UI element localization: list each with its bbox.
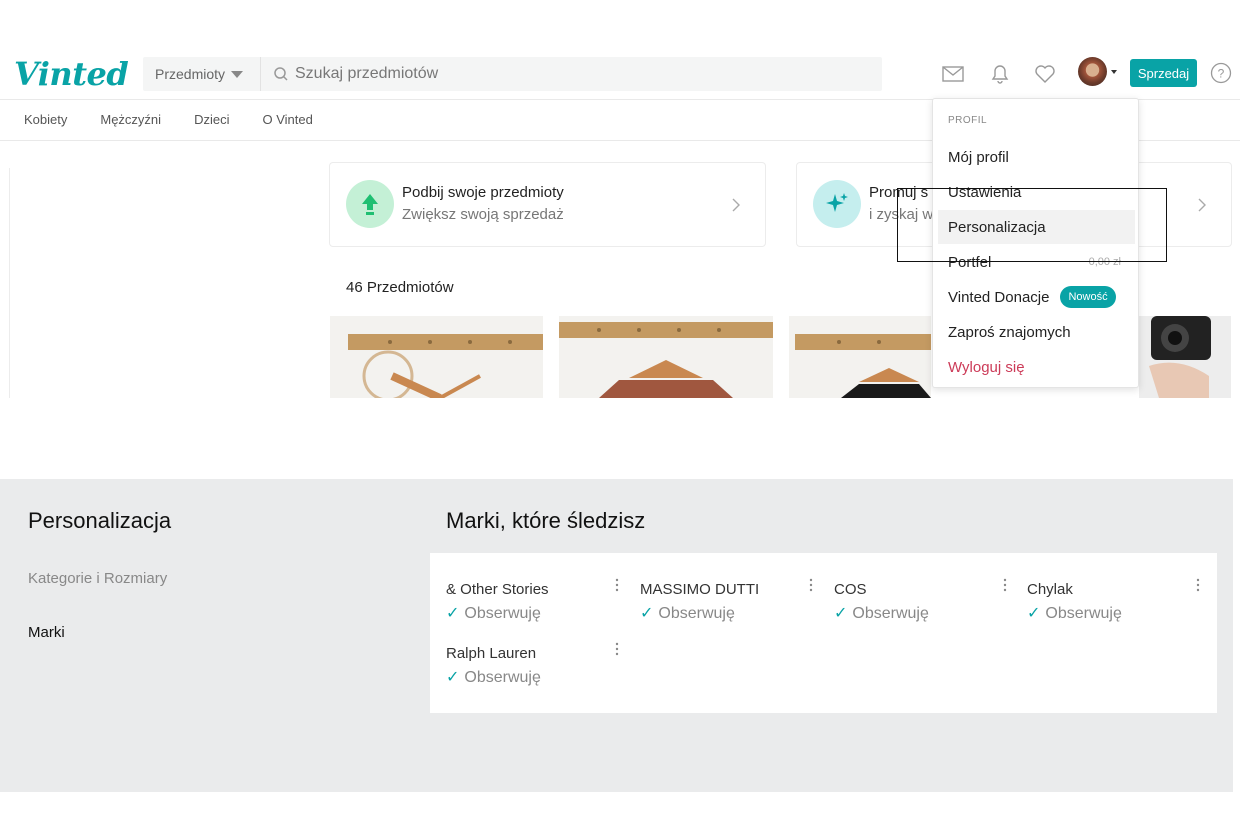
- brand-card: & Other Stories ✓ Obserwuję: [446, 578, 626, 631]
- promo-title: Podbij swoje przedmioty: [402, 184, 564, 201]
- page: Vinted Przedmioty Sprzedaj ? Kobiety Męż…: [0, 0, 1240, 838]
- check-icon: ✓: [834, 605, 848, 622]
- category-select[interactable]: Przedmioty: [143, 57, 261, 91]
- check-icon: ✓: [446, 605, 460, 622]
- sidebar-divider: [9, 168, 10, 398]
- check-icon: ✓: [1027, 605, 1041, 622]
- nav-item-kids[interactable]: Dzieci: [194, 112, 229, 127]
- bump-icon: [346, 180, 394, 228]
- svg-text:?: ?: [1218, 67, 1225, 81]
- mail-icon[interactable]: [940, 61, 966, 87]
- more-vertical-icon[interactable]: [1000, 577, 1010, 593]
- item-thumbnail[interactable]: [1139, 316, 1231, 398]
- search-input[interactable]: [289, 57, 882, 91]
- check-icon: ✓: [446, 669, 460, 686]
- nav-item-about[interactable]: O Vinted: [262, 112, 312, 127]
- more-vertical-icon[interactable]: [1193, 577, 1203, 593]
- sparkle-icon: [813, 180, 861, 228]
- brand-card: Chylak ✓ Obserwuję: [1027, 578, 1207, 631]
- follow-toggle[interactable]: ✓ Obserwuję: [1027, 603, 1122, 623]
- menu-item-label: Ustawienia: [948, 183, 1022, 201]
- menu-item-personalization[interactable]: Personalizacja: [938, 210, 1135, 244]
- brand-card: Ralph Lauren ✓ Obserwuję: [446, 642, 626, 695]
- brands-list: & Other Stories ✓ Obserwuję MASSIMO DUTTI…: [430, 553, 1217, 713]
- more-vertical-icon[interactable]: [612, 641, 622, 657]
- sidebar-item-brands[interactable]: Marki: [28, 624, 65, 641]
- follow-toggle[interactable]: ✓ Obserwuję: [640, 603, 735, 623]
- wallet-balance: 0,00 zł: [1088, 256, 1121, 268]
- follow-label: Obserwuję: [658, 605, 735, 622]
- brand-name: Ralph Lauren: [446, 645, 537, 662]
- menu-item-label: Wyloguj się: [948, 358, 1025, 376]
- menu-item-logout[interactable]: Wyloguj się: [938, 351, 1135, 383]
- menu-item-wallet[interactable]: Portfel 0,00 zł: [938, 246, 1135, 278]
- menu-item-label: Mój profil: [948, 148, 1009, 166]
- search-icon: [274, 67, 288, 81]
- promo-title: Promuj s: [869, 184, 929, 201]
- menu-item-donations[interactable]: Vinted Donacje Nowość: [938, 281, 1135, 313]
- avatar-caret-icon[interactable]: [1111, 70, 1117, 74]
- item-thumbnail[interactable]: [789, 316, 931, 398]
- promo-subtitle: Zwiększ swoją sprzedaż: [402, 206, 564, 223]
- follow-toggle[interactable]: ✓ Obserwuję: [446, 667, 541, 687]
- brand-name: & Other Stories: [446, 581, 549, 598]
- help-icon[interactable]: ?: [1210, 62, 1232, 84]
- follow-toggle[interactable]: ✓ Obserwuję: [446, 603, 541, 623]
- menu-item-settings[interactable]: Ustawienia: [938, 176, 1135, 208]
- nav-item-men[interactable]: Mężczyźni: [100, 112, 161, 127]
- promo-card-bump[interactable]: Podbij swoje przedmioty Zwiększ swoją sp…: [329, 162, 766, 247]
- sidebar-item-categories-sizes[interactable]: Kategorie i Rozmiary: [28, 570, 167, 587]
- brands-section-title: Marki, które śledzisz: [446, 508, 646, 533]
- items-count: 46 Przedmiotów: [346, 279, 454, 296]
- avatar[interactable]: [1078, 57, 1107, 86]
- more-vertical-icon[interactable]: [612, 577, 622, 593]
- menu-item-label: Personalizacja: [948, 218, 1046, 236]
- brand-name: Chylak: [1027, 581, 1073, 598]
- promo-subtitle: i zyskaj w: [869, 206, 934, 223]
- follow-label: Obserwuję: [852, 605, 929, 622]
- nav-item-women[interactable]: Kobiety: [24, 112, 67, 127]
- menu-item-invite-friends[interactable]: Zaproś znajomych: [938, 316, 1135, 348]
- search-bar: Przedmioty: [143, 57, 882, 91]
- profile-dropdown: PROFIL Mój profil Ustawienia Personaliza…: [932, 98, 1139, 388]
- brand-card: MASSIMO DUTTI ✓ Obserwuję: [640, 578, 820, 631]
- menu-item-label: Zaproś znajomych: [948, 323, 1071, 341]
- dropdown-section-label: PROFIL: [948, 115, 988, 126]
- item-thumbnail[interactable]: [559, 316, 773, 398]
- brand-card: COS ✓ Obserwuję: [834, 578, 1014, 631]
- heart-icon[interactable]: [1032, 61, 1058, 87]
- more-vertical-icon[interactable]: [806, 577, 816, 593]
- chevron-right-icon: [1198, 198, 1206, 212]
- menu-item-label: Portfel: [948, 253, 992, 271]
- menu-item-my-profile[interactable]: Mój profil: [938, 141, 1135, 173]
- follow-label: Obserwuję: [464, 605, 541, 622]
- bell-icon[interactable]: [987, 61, 1013, 87]
- follow-label: Obserwuję: [464, 669, 541, 686]
- vinted-logo[interactable]: Vinted: [14, 55, 129, 93]
- category-nav: Kobiety Mężczyźni Dzieci O Vinted: [24, 112, 346, 127]
- new-badge: Nowość: [1060, 286, 1116, 308]
- brand-name: COS: [834, 581, 867, 598]
- category-select-label: Przedmioty: [155, 66, 226, 82]
- follow-toggle[interactable]: ✓ Obserwuję: [834, 603, 929, 623]
- menu-item-label: Vinted Donacje: [948, 288, 1050, 306]
- caret-down-icon: [231, 70, 244, 78]
- brand-name: MASSIMO DUTTI: [640, 581, 760, 598]
- item-thumbnail[interactable]: [330, 316, 543, 398]
- chevron-right-icon: [732, 198, 740, 212]
- check-icon: ✓: [640, 605, 654, 622]
- page-title: Personalizacja: [28, 508, 172, 533]
- sell-button[interactable]: Sprzedaj: [1130, 59, 1197, 87]
- follow-label: Obserwuję: [1045, 605, 1122, 622]
